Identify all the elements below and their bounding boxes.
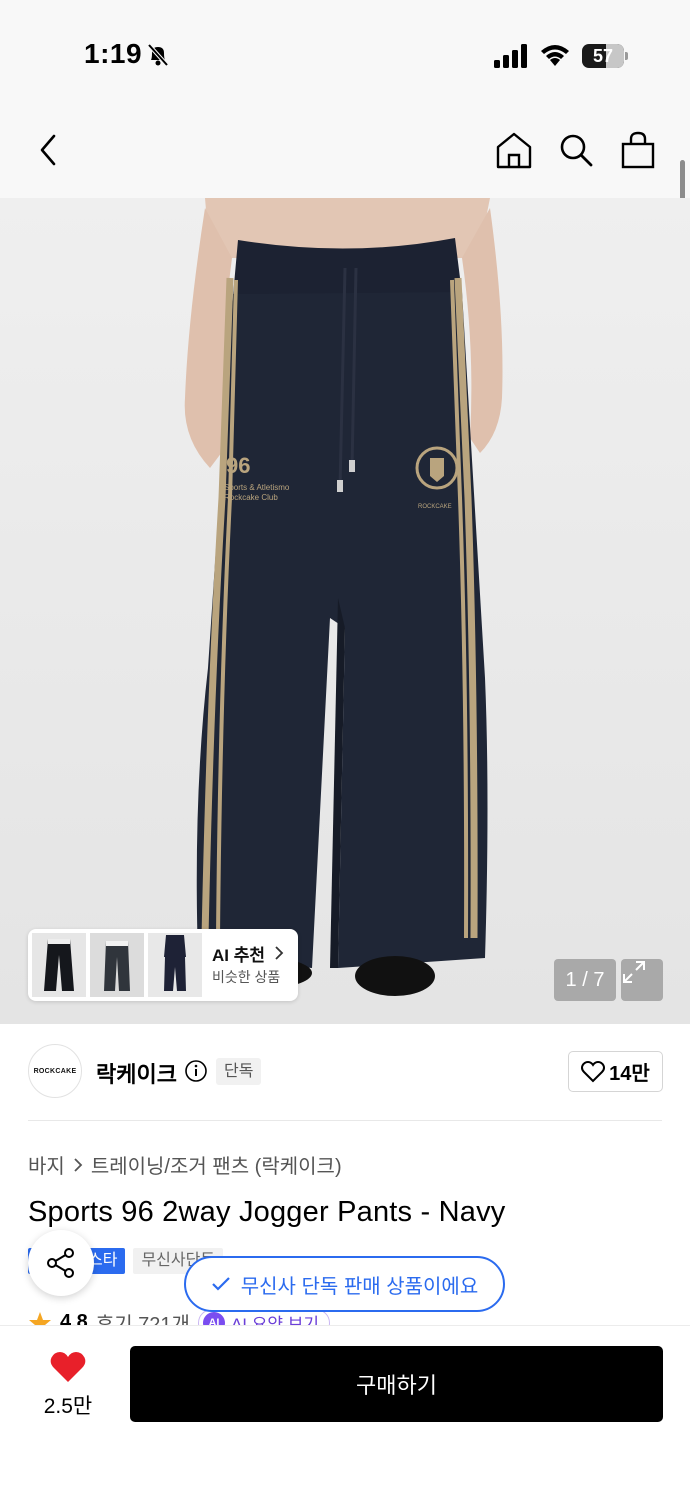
star-icon <box>29 1311 51 1326</box>
svg-text:ROCKCAKE: ROCKCAKE <box>418 504 452 510</box>
ai-recommendation-card[interactable]: AI 추천 비슷한 상품 <box>28 929 298 1001</box>
battery-indicator: 57 <box>582 44 628 68</box>
toast-message: 무신사 단독 판매 상품이에요 <box>240 1275 479 1298</box>
heart-filled-icon <box>50 1352 86 1382</box>
image-counter: 1 / 7 <box>554 959 616 1001</box>
wifi-icon <box>541 45 569 66</box>
cellular-signal-icon <box>494 44 527 68</box>
chevron-right-icon <box>74 1157 83 1172</box>
shopping-bag-icon <box>621 131 655 169</box>
review-count-link[interactable]: 후기 721개 <box>96 1308 190 1326</box>
brand-like-button[interactable]: 14만 <box>568 1051 663 1092</box>
product-like-count: 2.5만 <box>43 1395 93 1418</box>
product-image-gallery[interactable]: 96 Sports & Atletismo Rockcake Club ROCK… <box>0 198 690 1024</box>
share-button[interactable] <box>28 1230 94 1296</box>
breadcrumb: 바지 트레이닝/조거 팬츠 (락케이크) <box>28 1150 342 1179</box>
svg-text:Sports & Atletismo: Sports & Atletismo <box>224 483 290 492</box>
breadcrumb-subcategory[interactable]: 트레이닝/조거 팬츠 (락케이크) <box>91 1150 342 1179</box>
breadcrumb-category[interactable]: 바지 <box>28 1150 65 1179</box>
shopping-bag-button[interactable] <box>618 130 658 170</box>
brand-like-count: 14만 <box>609 1063 650 1085</box>
expand-icon <box>623 961 645 983</box>
battery-level: 57 <box>592 46 614 66</box>
similar-product-thumbnail[interactable] <box>148 933 202 997</box>
back-button[interactable] <box>28 130 68 170</box>
home-icon <box>496 132 532 169</box>
status-time: 1:19 <box>84 38 143 69</box>
product-photo: 96 Sports & Atletismo Rockcake Club ROCK… <box>0 198 690 1024</box>
brand-logo[interactable]: ROCKCAKE <box>28 1044 82 1098</box>
rating-value: 4.8 <box>60 1311 88 1326</box>
exclusive-toast: 무신사 단독 판매 상품이에요 <box>184 1256 505 1312</box>
similar-product-thumbnail[interactable] <box>32 933 86 997</box>
search-icon <box>560 134 593 167</box>
heart-outline-icon <box>581 1060 606 1082</box>
similar-product-thumbnail[interactable] <box>90 933 144 997</box>
buy-button[interactable]: 구매하기 <box>130 1346 663 1422</box>
ai-summary-label: AI 요약 보기 <box>230 1315 320 1326</box>
home-button[interactable] <box>494 130 534 170</box>
info-icon[interactable] <box>184 1059 208 1083</box>
expand-image-button[interactable] <box>621 959 663 1001</box>
svg-text:96: 96 <box>226 453 250 478</box>
divider <box>28 1120 662 1121</box>
chevron-left-icon <box>40 134 56 166</box>
bell-slash-icon <box>147 43 169 67</box>
ai-icon: AI <box>202 1311 225 1326</box>
chevron-right-icon <box>275 946 284 960</box>
bottom-purchase-bar: 2.5만 구매하기 <box>0 1325 690 1500</box>
search-button[interactable] <box>556 130 596 170</box>
svg-text:Rockcake Club: Rockcake Club <box>224 493 278 502</box>
ai-recommend-title: AI 추천 <box>212 946 266 965</box>
check-icon <box>211 1277 230 1291</box>
nav-header <box>0 100 690 198</box>
brand-name[interactable]: 락케이크 <box>96 1057 177 1089</box>
ai-recommend-subtitle: 비슷한 상품 <box>212 969 281 985</box>
status-bar: 1:19 57 <box>0 0 690 100</box>
product-like-button[interactable]: 2.5만 <box>28 1346 108 1426</box>
share-icon <box>47 1248 74 1278</box>
product-title: Sports 96 2way Jogger Pants - Navy <box>28 1196 506 1228</box>
exclusive-tag: 단독 <box>216 1058 262 1085</box>
